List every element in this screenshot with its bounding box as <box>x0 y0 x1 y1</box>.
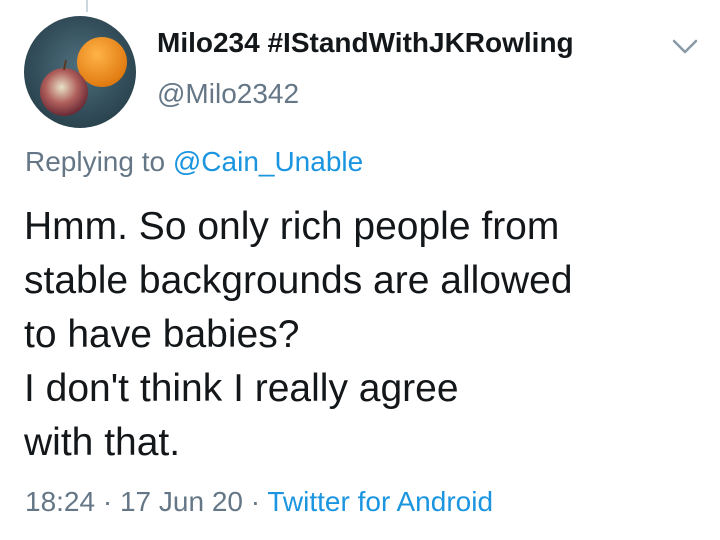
tweet-text-line: to have babies? <box>24 313 300 356</box>
tweet-source-link[interactable]: Twitter for Android <box>267 486 493 517</box>
tweet-text-line: with that. <box>24 421 181 464</box>
tweet-text: Hmm. So only rich people from stable bac… <box>24 200 704 470</box>
tweet-date[interactable]: 17 Jun 20 <box>120 486 243 517</box>
display-name[interactable]: Milo234 #IStandWithJKRowling <box>157 27 574 59</box>
tweet-meta: 18:24 · 17 Jun 20 · Twitter for Android <box>25 486 493 518</box>
replying-to: Replying to @Cain_Unable <box>25 146 363 178</box>
tweet-text-line: stable backgrounds are allowed <box>24 259 573 302</box>
thread-line <box>86 0 88 12</box>
user-handle[interactable]: @Milo2342 <box>157 78 299 110</box>
tweet-text-line: I don't think I really agree <box>24 367 459 410</box>
chevron-down-icon[interactable] <box>668 32 702 60</box>
avatar[interactable] <box>24 16 136 128</box>
tweet-text-line: Hmm. So only rich people from <box>24 205 560 248</box>
replying-to-label: Replying to <box>25 146 166 177</box>
tweet-time: 18:24 <box>25 486 96 517</box>
meta-separator: · <box>102 486 113 517</box>
avatar-image <box>24 16 136 128</box>
reply-mention-link[interactable]: @Cain_Unable <box>173 146 363 177</box>
meta-separator: · <box>250 486 261 517</box>
tweet: Milo234 #IStandWithJKRowling @Milo2342 R… <box>0 0 720 540</box>
